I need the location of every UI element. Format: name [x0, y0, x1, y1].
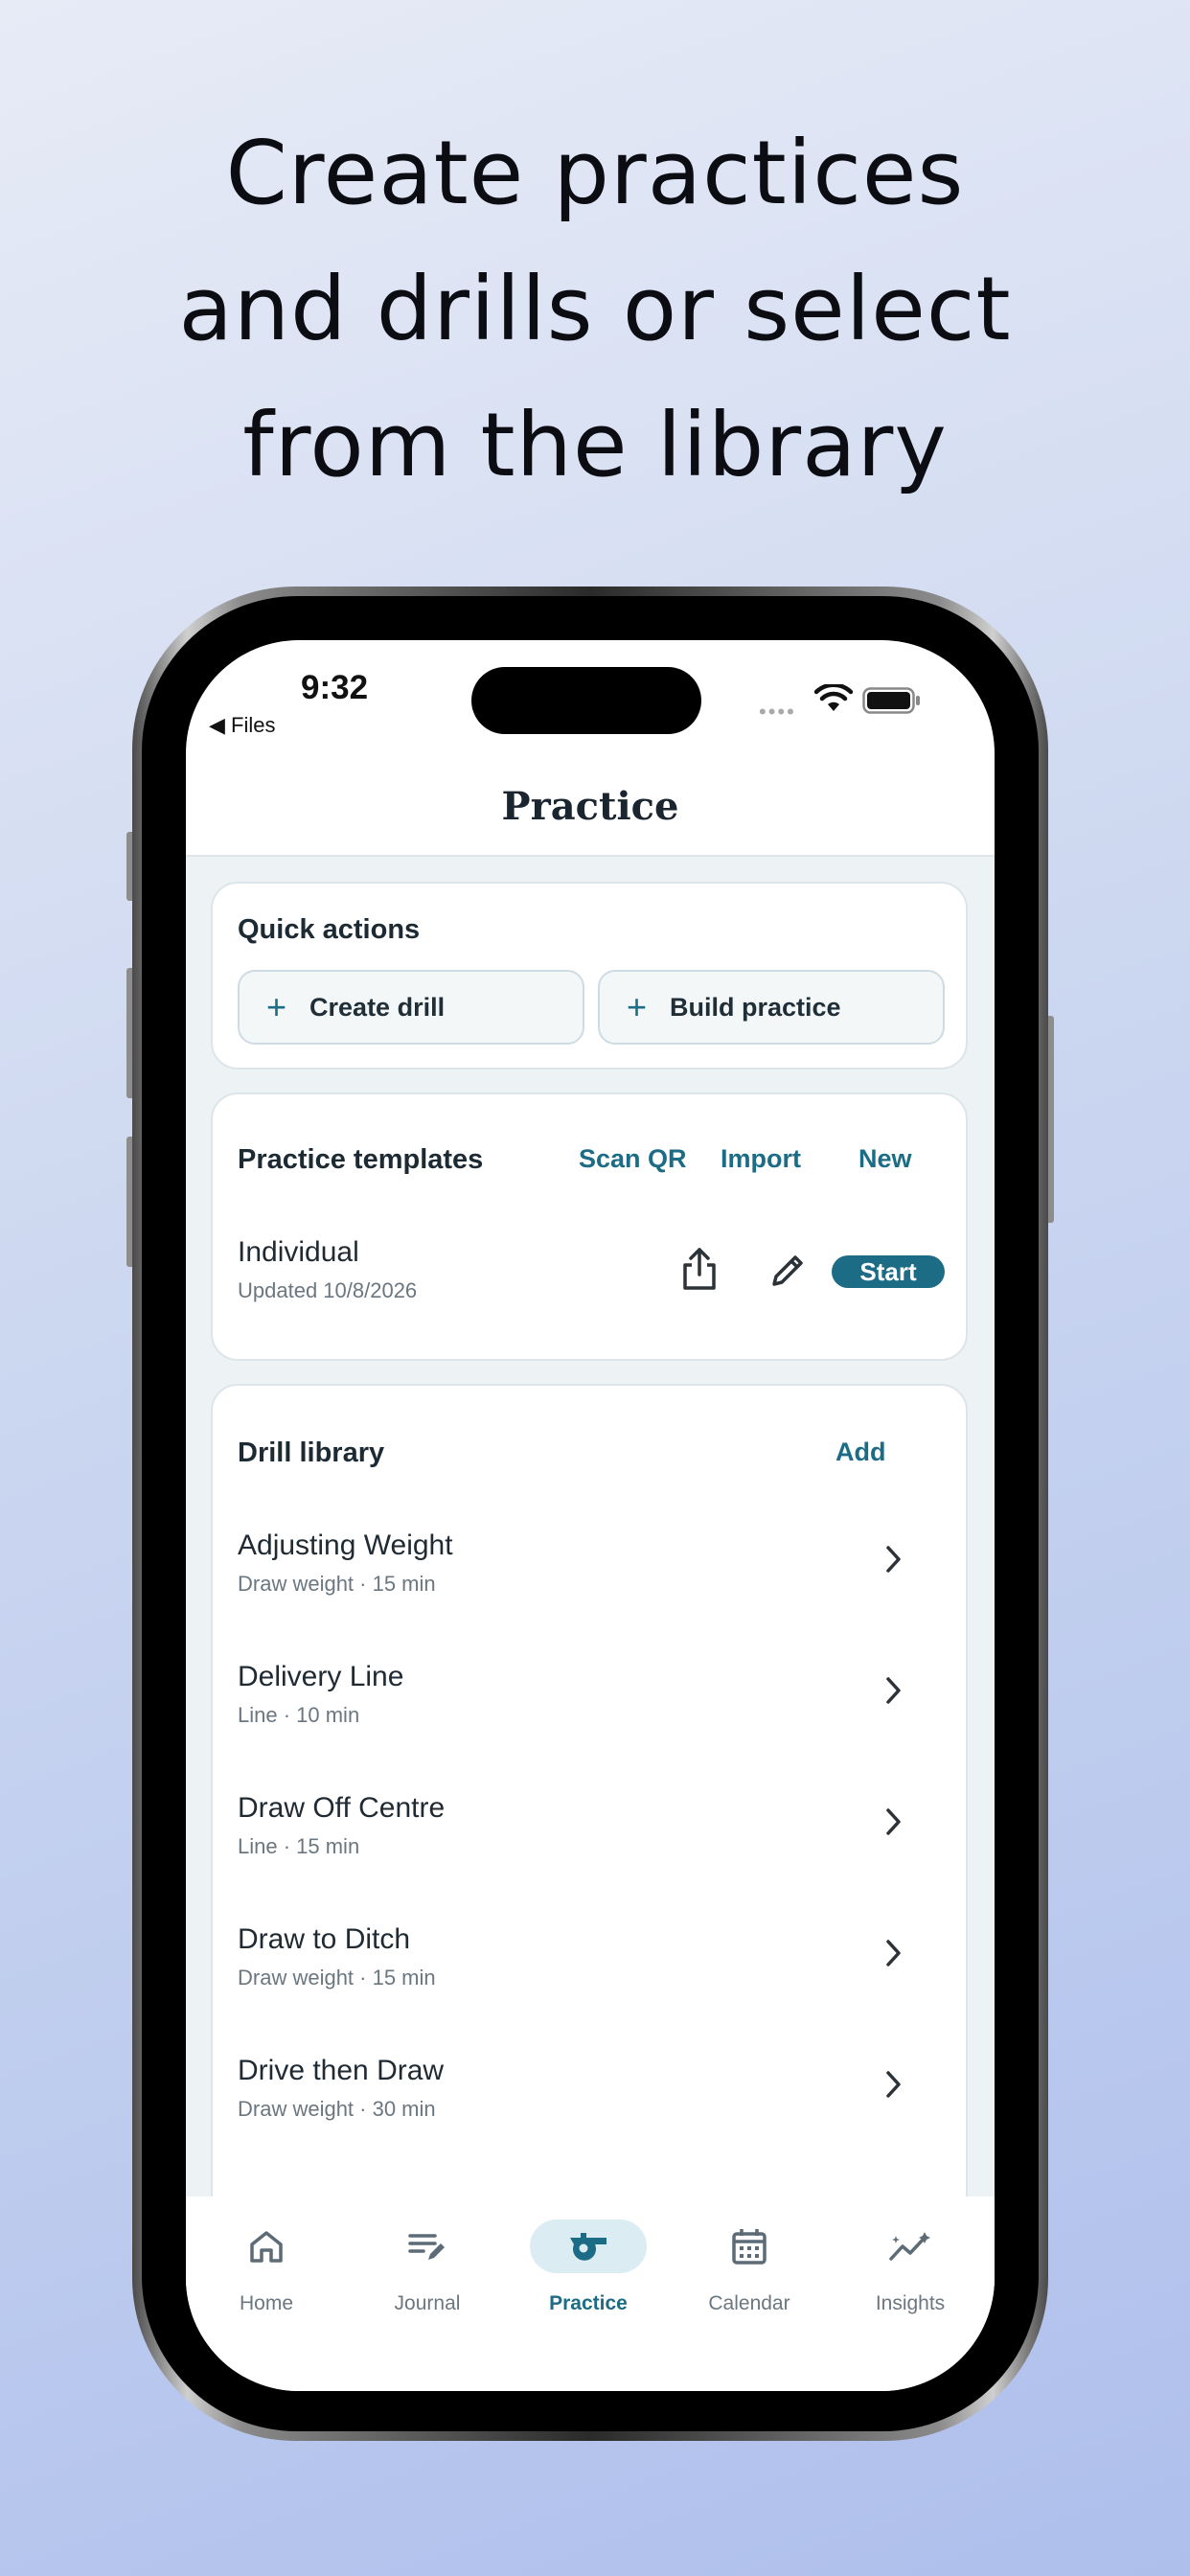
drill-meta: Draw weight · 15 min — [238, 1966, 436, 1990]
home-icon — [238, 2220, 295, 2273]
tab-bar: Home Journal Practice Calendar Insights — [186, 2196, 995, 2391]
build-practice-label: Build practice — [670, 992, 841, 1022]
drill-meta: Draw weight · 15 min — [238, 1572, 436, 1596]
phone-frame: 9:32 ◀ Files •••• Practice Quick actions — [132, 586, 1048, 2441]
drill-list-item[interactable]: Draw Off Centre Line · 15 min — [213, 1792, 966, 1923]
battery-icon — [862, 687, 920, 714]
drill-meta: Line · 10 min — [238, 1703, 360, 1727]
chevron-right-icon — [886, 1677, 901, 1704]
drill-meta: Draw weight · 30 min — [238, 2097, 436, 2121]
drill-list-item[interactable]: Drive then Draw Draw weight · 30 min — [213, 2055, 966, 2186]
drill-meta: Line · 15 min — [238, 1834, 360, 1858]
template-name[interactable]: Individual — [238, 1236, 359, 1269]
chevron-right-icon — [886, 1808, 901, 1835]
tab-practice-label: Practice — [549, 2292, 628, 2314]
calendar-icon — [721, 2220, 778, 2273]
create-drill-label: Create drill — [309, 992, 446, 1022]
chevron-right-icon — [886, 1546, 901, 1573]
quick-actions-card: Quick actions + Create drill + Build pra… — [211, 882, 968, 1070]
practice-templates-card: Practice templates Scan QR Import New In… — [211, 1092, 968, 1361]
start-button[interactable]: Start — [832, 1255, 945, 1288]
create-drill-button[interactable]: + Create drill — [238, 970, 584, 1045]
import-button[interactable]: Import — [721, 1144, 801, 1174]
signal-icon: •••• — [759, 700, 796, 724]
tab-home[interactable]: Home — [186, 2196, 347, 2321]
headline: Create practices and drills or select fr… — [0, 105, 1190, 514]
scan-qr-button[interactable]: Scan QR — [579, 1144, 687, 1174]
dynamic-island — [471, 667, 701, 734]
tab-calendar[interactable]: Calendar — [669, 2196, 830, 2321]
tab-journal[interactable]: Journal — [347, 2196, 508, 2321]
template-updated: Updated 10/8/2026 — [238, 1278, 418, 1302]
whistle-icon — [530, 2220, 647, 2273]
tab-home-label: Home — [239, 2292, 294, 2314]
drill-list-item[interactable]: Adjusting Weight Draw weight · 15 min — [213, 1530, 966, 1661]
status-time: 9:32 — [301, 669, 369, 706]
drill-library-card: Drill library Add Adjusting Weight Draw … — [211, 1384, 968, 2196]
plus-icon: + — [266, 987, 287, 1026]
build-practice-button[interactable]: + Build practice — [598, 970, 945, 1045]
pencil-icon[interactable] — [768, 1252, 807, 1290]
tab-journal-label: Journal — [394, 2292, 461, 2314]
plus-icon: + — [627, 987, 648, 1026]
headline-line-3: from the library — [242, 394, 948, 496]
journal-icon — [399, 2220, 456, 2273]
drill-list-item[interactable]: Draw to Ditch Draw weight · 15 min — [213, 1923, 966, 2055]
drill-name: Drive then Draw — [238, 2055, 445, 2086]
tab-insights-label: Insights — [875, 2292, 946, 2314]
headline-line-2: and drills or select — [178, 258, 1012, 360]
tab-practice[interactable]: Practice — [508, 2196, 669, 2321]
headline-line-1: Create practices — [225, 122, 965, 224]
wifi-icon — [814, 684, 853, 711]
content-area: Quick actions + Create drill + Build pra… — [186, 855, 995, 2196]
app-screen: 9:32 ◀ Files •••• Practice Quick actions — [186, 640, 995, 2391]
tab-calendar-label: Calendar — [708, 2292, 790, 2314]
drill-name: Draw to Ditch — [238, 1923, 411, 1955]
drill-name: Draw Off Centre — [238, 1792, 446, 1824]
back-to-files-link[interactable]: ◀ Files — [209, 713, 275, 738]
tab-insights[interactable]: Insights — [830, 2196, 991, 2321]
quick-actions-title: Quick actions — [238, 914, 421, 945]
drill-name: Adjusting Weight — [238, 1530, 453, 1561]
drill-list-item[interactable]: Delivery Line Line · 10 min — [213, 1661, 966, 1792]
add-drill-button[interactable]: Add — [835, 1438, 885, 1467]
share-icon[interactable] — [680, 1246, 719, 1292]
drill-library-title: Drill library — [238, 1438, 385, 1468]
practice-templates-title: Practice templates — [238, 1144, 484, 1175]
chevron-right-icon — [886, 2071, 901, 2098]
chevron-right-icon — [886, 1940, 901, 1966]
insights-icon — [881, 2220, 939, 2273]
page-title: Practice — [501, 784, 679, 829]
new-template-button[interactable]: New — [858, 1144, 912, 1174]
drill-name: Delivery Line — [238, 1661, 404, 1692]
